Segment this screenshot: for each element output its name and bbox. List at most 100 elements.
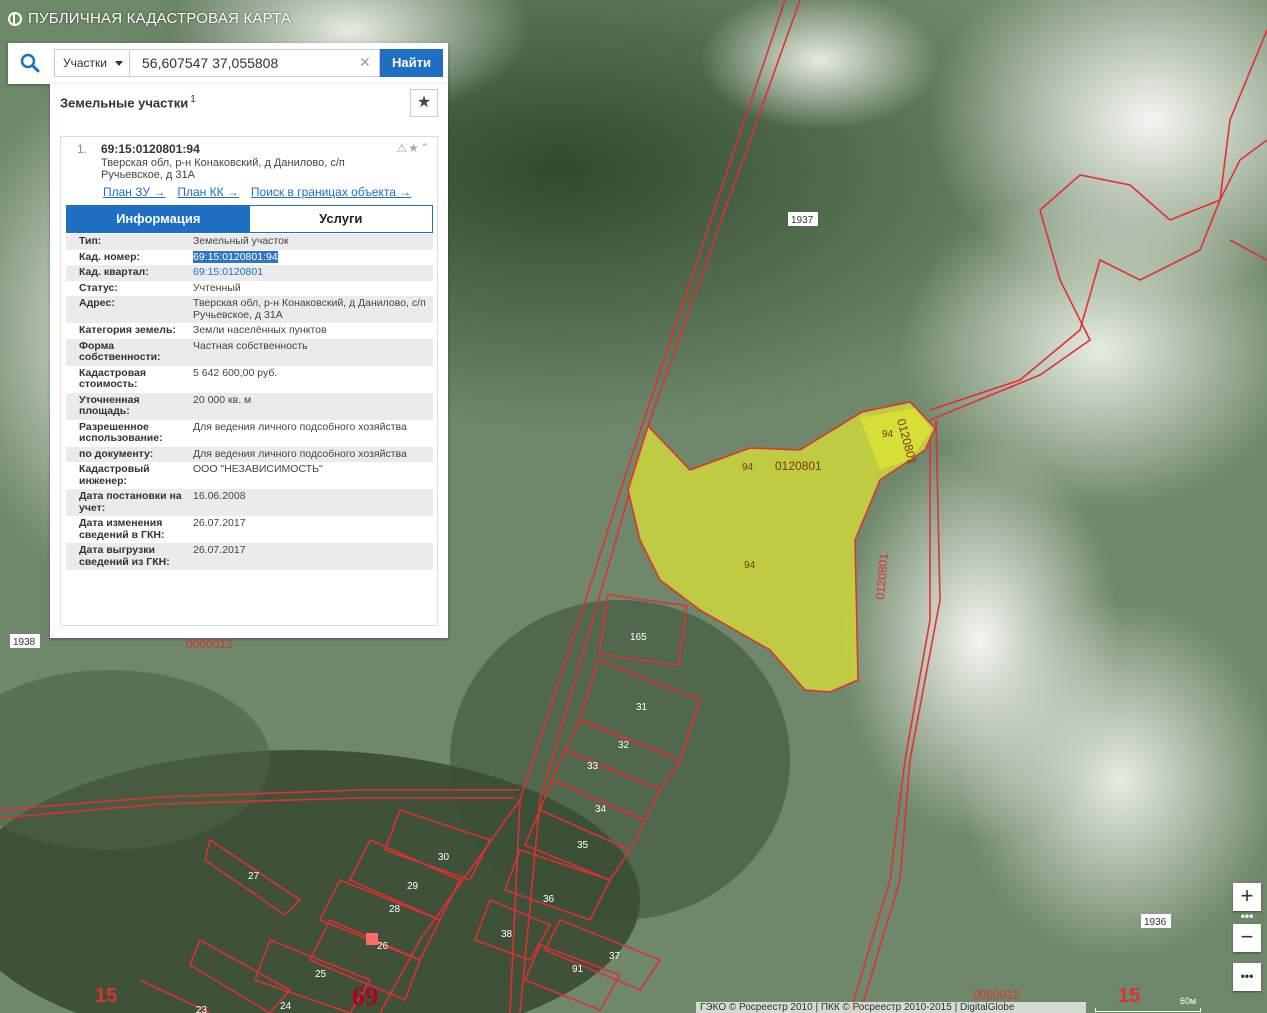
tab-bar: Информация Услуги	[66, 205, 433, 233]
result-index: 1.	[77, 142, 88, 156]
result-links: План ЗУ → План КК → Поиск в границах объек…	[103, 185, 423, 199]
table-row: Статус: Учтенный	[66, 281, 433, 297]
info-table: Тип: Земельный участок Кад. номер: 69:15:0…	[66, 234, 433, 570]
row-value: 16.06.2008	[189, 489, 433, 516]
parcel-label-94: 94	[744, 560, 756, 571]
region-label-15: 15	[1118, 985, 1140, 1007]
row-key: Разрешенное использование:	[79, 420, 163, 444]
row-value: Частная собственность	[189, 338, 433, 366]
zoom-in-button[interactable]: +	[1233, 883, 1261, 911]
row-key: Статус:	[79, 281, 118, 294]
region-label-15: 15	[95, 985, 117, 1007]
quarter-label-1938: 1938	[13, 637, 36, 648]
table-row: Категория земель: Земли населённых пункто…	[66, 323, 433, 339]
star-icon: ★	[416, 94, 432, 111]
table-row: Дата изменения сведений в ГКН: 26.07.2017	[66, 516, 433, 543]
parcel-label-31: 31	[636, 702, 648, 713]
map-attribution: ГЭКО © Росреестр 2010 | ПКК © Росреестр …	[696, 1002, 1086, 1013]
zoom-level-dots: •••	[1240, 909, 1254, 923]
search-type-label: Участки	[63, 56, 107, 70]
row-value: Для ведения личного подсобного хозяйства	[193, 420, 407, 433]
table-row: Адрес: Тверская обл, р-н Конаковский, д Д…	[66, 296, 433, 323]
cad-number-value[interactable]: 69:15:0120801:94	[193, 250, 278, 263]
row-value: Земли населённых пунктов	[193, 324, 327, 336]
parcel-label-28: 28	[389, 904, 401, 915]
quarter-label-0120801: 0120801	[775, 459, 822, 473]
cloud-area	[960, 600, 1267, 960]
row-value: 26.07.2017	[193, 517, 246, 529]
panel-heading: Земельные участки 1	[60, 94, 196, 110]
cad-quarter-link[interactable]: 69:15:0120801	[193, 266, 263, 278]
quarter-label-1936: 1936	[1144, 917, 1167, 928]
results-panel: Земельные участки 1 ★ 1. 69:15:0120801:94…	[50, 84, 448, 638]
result-cad-number[interactable]: 69:15:0120801:94	[101, 142, 200, 156]
scale-bar	[1095, 1008, 1201, 1012]
search-icon[interactable]	[20, 53, 40, 73]
row-key: Кад. номер:	[79, 250, 141, 263]
result-count: 1	[190, 94, 196, 105]
table-row: Кад. номер: 69:15:0120801:94	[66, 250, 433, 266]
search-input[interactable]: 56,607547 37,055808	[130, 49, 380, 77]
parcel-label-165: 165	[630, 632, 647, 643]
row-key: Форма собственности:	[66, 338, 189, 366]
parcel-label-35: 35	[577, 840, 589, 851]
row-key: по документу:	[66, 446, 189, 462]
pkk-logo-icon	[8, 11, 22, 26]
parcel-label-38: 38	[501, 929, 513, 940]
parcel-label-91: 91	[572, 964, 584, 975]
quarter-label-0000012: 0000012	[973, 988, 1020, 1002]
region-label-69: 69	[352, 982, 378, 1011]
tab-information[interactable]: Информация	[67, 206, 250, 232]
quarter-label-0000012: 0000012	[186, 637, 233, 651]
table-row: Кадастровый инженер: ООО "НЕЗАВИСИМОСТЬ"	[66, 462, 433, 489]
building-marker	[366, 933, 378, 945]
find-button[interactable]: Найти	[380, 49, 443, 77]
zoom-out-button[interactable]: −	[1233, 924, 1261, 952]
table-row: Тип: Земельный участок	[66, 234, 433, 250]
parcel-label-94: 94	[742, 462, 754, 473]
table-row: Дата постановки на учет: 16.06.2008	[66, 489, 433, 516]
row-value: Для ведения личного подсобного хозяйства	[189, 446, 433, 462]
row-key: Уточненная площадь:	[66, 392, 189, 420]
collapse-icon[interactable]: ⌃	[420, 141, 431, 155]
row-key: Адрес:	[66, 296, 189, 323]
row-key: Кад. квартал:	[66, 265, 189, 281]
table-row: по документу: Для ведения личного подсобн…	[66, 446, 433, 462]
row-key: Категория земель:	[79, 324, 176, 336]
warning-icon[interactable]: ⚠	[396, 141, 408, 155]
star-icon[interactable]: ★	[408, 141, 420, 155]
favorites-button[interactable]: ★	[410, 89, 438, 117]
row-key: Дата постановки на учет:	[66, 489, 189, 516]
plan-kk-link[interactable]: План КК →	[177, 185, 239, 199]
row-value: Земельный участок	[189, 234, 433, 250]
parcel-label-27: 27	[248, 871, 260, 882]
parcel-label-33: 33	[587, 761, 599, 772]
table-row: Дата выгрузки сведений из ГКН: 26.07.2017	[66, 543, 433, 570]
quarter-label-1937: 1937	[791, 215, 814, 226]
row-value: 26.07.2017	[189, 543, 433, 570]
parcel-label-37: 37	[609, 951, 621, 962]
card-actions: ⚠★⌃	[396, 141, 431, 155]
row-key: Дата изменения сведений в ГКН:	[79, 517, 165, 541]
row-key: Дата выгрузки сведений из ГКН:	[66, 543, 189, 570]
plan-zu-link[interactable]: План ЗУ →	[103, 185, 165, 199]
more-tools-button[interactable]: •••	[1233, 963, 1261, 991]
clear-icon[interactable]: ✕	[359, 55, 371, 69]
table-row: Уточненная площадь: 20 000 кв. м	[66, 392, 433, 420]
parcel-label-23: 23	[196, 1005, 208, 1013]
result-address: Тверская обл, р-н Конаковский, д Данилов…	[101, 157, 345, 181]
row-value-cell: 69:15:0120801	[189, 265, 433, 281]
row-value: 20 000 кв. м	[189, 392, 433, 420]
tab-services[interactable]: Услуги	[249, 206, 432, 232]
parcel-label-32: 32	[618, 740, 630, 751]
row-key: Кадастровая стоимость:	[79, 366, 146, 390]
table-row: Разрешенное использование: Для ведения ли…	[66, 420, 433, 447]
result-card: 1. 69:15:0120801:94 ⚠★⌃ Тверская обл, р-…	[60, 136, 438, 626]
parcel-label-29: 29	[407, 881, 419, 892]
panel-heading-text: Земельные участки	[60, 95, 189, 111]
search-type-select[interactable]: Участки	[54, 49, 130, 77]
row-value: Учтенный	[193, 281, 241, 294]
village-area	[450, 600, 790, 920]
search-in-bounds-link[interactable]: Поиск в границах объекта →	[251, 185, 411, 199]
table-row: Кад. квартал: 69:15:0120801	[66, 265, 433, 281]
